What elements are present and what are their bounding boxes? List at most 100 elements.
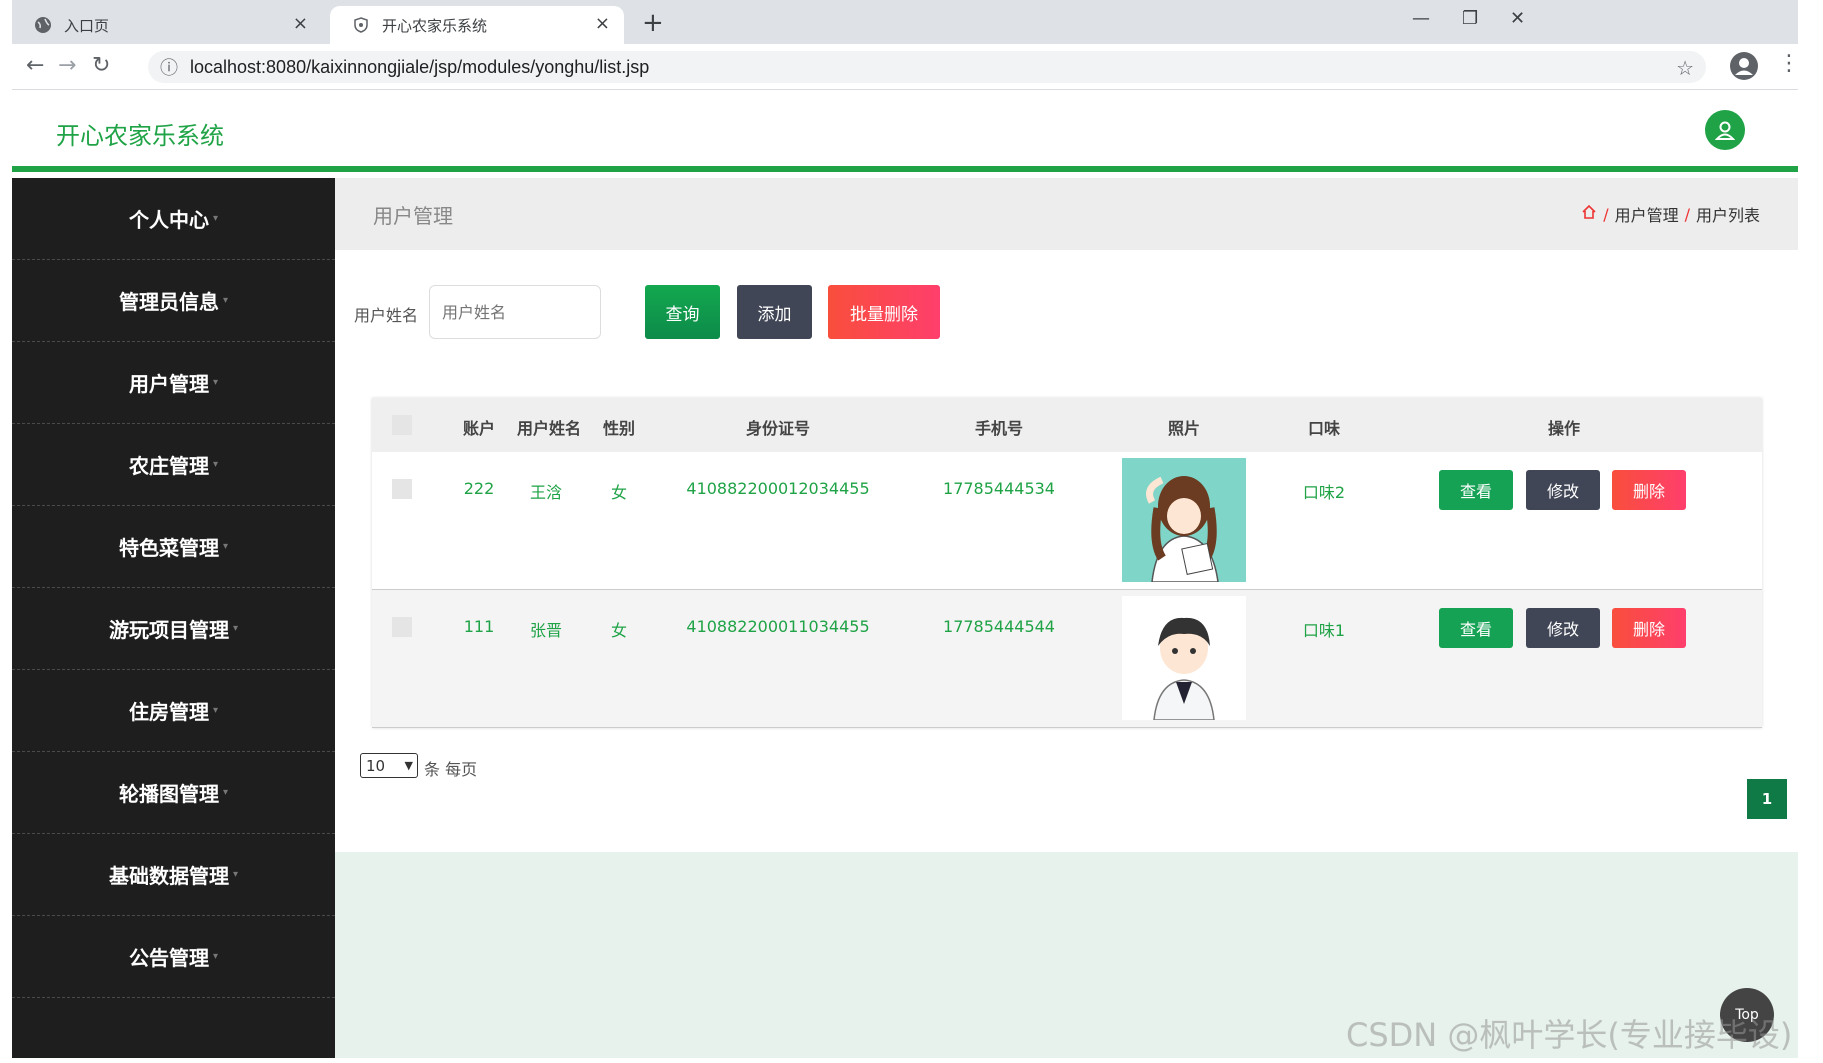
sidebar-item-basic-data-management[interactable]: 基础数据管理 ▾ bbox=[12, 834, 335, 916]
view-button[interactable]: 查看 bbox=[1439, 608, 1513, 648]
chevron-down-icon: ▾ bbox=[212, 951, 219, 962]
restore-icon[interactable]: ❐ bbox=[1462, 8, 1478, 29]
sidebar: 个人中心 ▾ 管理员信息 ▾ 用户管理 ▾ 农庄管理 ▾ 特色菜管理 ▾ 游玩项目管理 ▾ … bbox=[12, 178, 335, 1058]
column-header: 操作 bbox=[1547, 419, 1581, 438]
reload-icon[interactable]: ↻ bbox=[92, 54, 110, 78]
home-icon[interactable] bbox=[1581, 204, 1597, 224]
search-input[interactable] bbox=[429, 285, 601, 339]
sidebar-item-label: 基础数据管理 bbox=[108, 864, 229, 888]
chevron-down-icon: ▾ bbox=[222, 295, 229, 306]
breadcrumb-separator: / bbox=[1684, 204, 1690, 224]
app-header: 开心农家乐系统 bbox=[12, 90, 1798, 172]
table-row: 111 张晋 女 410882200011034455 17785444544 … bbox=[372, 590, 1762, 728]
cell-gender: 女 bbox=[610, 483, 628, 502]
column-header: 账户 bbox=[462, 419, 496, 438]
chevron-down-icon: ▾ bbox=[222, 541, 229, 552]
edit-button[interactable]: 修改 bbox=[1526, 608, 1600, 648]
chevron-down-icon: ▾ bbox=[212, 459, 219, 470]
sidebar-item-farm-management[interactable]: 农庄管理 ▾ bbox=[12, 424, 335, 506]
tab-title: 开心农家乐系统 bbox=[382, 16, 488, 35]
chevron-down-icon: ▾ bbox=[232, 623, 239, 634]
sidebar-item-label: 公告管理 bbox=[128, 946, 209, 970]
cell-account: 111 bbox=[463, 617, 495, 636]
info-icon[interactable]: ⓘ bbox=[160, 54, 178, 80]
address-bar-row: ← → ↻ ⓘ localhost:8080/kaixinnongjiale/j… bbox=[12, 44, 1800, 90]
delete-button[interactable]: 删除 bbox=[1612, 470, 1686, 510]
page: 入口页 × 开心农家乐系统 × + — ❐ ✕ ← → ↻ ⓘ localhos… bbox=[0, 0, 1823, 1063]
cell-phone: 17785444534 bbox=[943, 479, 1055, 498]
tab-close-icon[interactable]: × bbox=[293, 15, 308, 33]
close-window-icon[interactable]: ✕ bbox=[1510, 8, 1525, 29]
cell-id-number: 410882200011034455 bbox=[686, 617, 870, 636]
user-icon[interactable] bbox=[1705, 110, 1745, 150]
cell-taste: 口味1 bbox=[1302, 621, 1346, 640]
row-checkbox[interactable] bbox=[392, 479, 412, 499]
search-button[interactable]: 查询 bbox=[645, 285, 720, 339]
chevron-down-icon: ▾ bbox=[222, 787, 229, 798]
sidebar-item-label: 管理员信息 bbox=[118, 290, 219, 314]
sidebar-item-carousel-management[interactable]: 轮播图管理 ▾ bbox=[12, 752, 335, 834]
search-label: 用户姓名 bbox=[354, 306, 419, 325]
select-all-checkbox[interactable] bbox=[392, 415, 412, 435]
kebab-menu-icon[interactable]: ⋮ bbox=[1778, 52, 1800, 76]
breadcrumb-bar: 用户管理 / 用户管理 / 用户列表 bbox=[335, 178, 1798, 250]
add-button[interactable]: 添加 bbox=[737, 285, 812, 339]
breadcrumb-item[interactable]: 用户管理 bbox=[1615, 202, 1679, 226]
chevron-down-icon: ▾ bbox=[212, 213, 219, 224]
column-header: 用户姓名 bbox=[516, 419, 582, 438]
sidebar-item-label: 个人中心 bbox=[128, 208, 209, 232]
column-header: 身份证号 bbox=[745, 419, 811, 438]
sidebar-item-activity-management[interactable]: 游玩项目管理 ▾ bbox=[12, 588, 335, 670]
column-header: 照片 bbox=[1167, 419, 1201, 438]
delete-button[interactable]: 删除 bbox=[1612, 608, 1686, 648]
chevron-down-icon: ▾ bbox=[232, 869, 239, 880]
user-photo-image bbox=[1122, 596, 1246, 721]
breadcrumb: / 用户管理 / 用户列表 bbox=[1581, 202, 1760, 226]
breadcrumb-separator: / bbox=[1603, 204, 1609, 224]
user-photo-image bbox=[1122, 458, 1246, 583]
browser-tab-active[interactable]: 开心农家乐系统 × bbox=[330, 6, 624, 44]
brand-title: 开心农家乐系统 bbox=[56, 122, 224, 150]
browser-tab-entry[interactable]: 入口页 × bbox=[12, 6, 322, 44]
edit-button[interactable]: 修改 bbox=[1526, 470, 1600, 510]
sidebar-item-dish-management[interactable]: 特色菜管理 ▾ bbox=[12, 506, 335, 588]
tab-close-icon[interactable]: × bbox=[595, 15, 610, 33]
minimize-icon[interactable]: — bbox=[1412, 8, 1430, 29]
cell-id-number: 410882200012034455 bbox=[686, 479, 870, 498]
sidebar-item-user-management[interactable]: 用户管理 ▾ bbox=[12, 342, 335, 424]
chevron-down-icon: ▾ bbox=[212, 377, 219, 388]
page-size-value: 10 bbox=[366, 756, 386, 775]
sidebar-item-admin-info[interactable]: 管理员信息 ▾ bbox=[12, 260, 335, 342]
star-icon[interactable]: ☆ bbox=[1676, 56, 1694, 80]
url-text[interactable]: localhost:8080/kaixinnongjiale/jsp/modul… bbox=[190, 57, 649, 78]
cell-phone: 17785444544 bbox=[943, 617, 1055, 636]
browser-tab-bar: 入口页 × 开心农家乐系统 × + — ❐ ✕ bbox=[12, 0, 1798, 44]
sidebar-item-label: 用户管理 bbox=[128, 372, 209, 396]
column-header: 手机号 bbox=[974, 419, 1024, 438]
view-button[interactable]: 查看 bbox=[1439, 470, 1513, 510]
sidebar-item-housing-management[interactable]: 住房管理 ▾ bbox=[12, 670, 335, 752]
page-size-select[interactable]: 10 ▼ bbox=[360, 753, 418, 778]
user-table: 账户 用户姓名 性别 身份证号 手机号 照片 口味 操作 222 王浛 女 41… bbox=[372, 398, 1762, 728]
watermark: CSDN @枫叶学长(专业接毕设) bbox=[1346, 1016, 1793, 1054]
forward-icon[interactable]: → bbox=[58, 54, 76, 78]
sidebar-item-label: 游玩项目管理 bbox=[108, 618, 229, 642]
table-header: 账户 用户姓名 性别 身份证号 手机号 照片 口味 操作 bbox=[372, 398, 1762, 452]
sidebar-item-label: 住房管理 bbox=[128, 700, 209, 724]
url-field[interactable]: ⓘ localhost:8080/kaixinnongjiale/jsp/mod… bbox=[148, 51, 1706, 83]
cell-name: 张晋 bbox=[529, 621, 563, 640]
page-size-suffix: 条 每页 bbox=[424, 760, 478, 779]
cell-taste: 口味2 bbox=[1302, 483, 1346, 502]
sidebar-item-personal-center[interactable]: 个人中心 ▾ bbox=[12, 178, 335, 260]
batch-delete-button[interactable]: 批量删除 bbox=[828, 285, 940, 339]
sidebar-item-notice-management[interactable]: 公告管理 ▾ bbox=[12, 916, 335, 998]
page-button-current[interactable]: 1 bbox=[1747, 779, 1787, 819]
tab-title: 入口页 bbox=[64, 16, 110, 35]
cell-gender: 女 bbox=[610, 621, 628, 640]
row-checkbox[interactable] bbox=[392, 617, 412, 637]
new-tab-button[interactable]: + bbox=[642, 10, 664, 36]
sidebar-item-label: 特色菜管理 bbox=[118, 536, 219, 560]
profile-avatar-icon[interactable] bbox=[1730, 52, 1758, 80]
back-icon[interactable]: ← bbox=[26, 54, 44, 78]
shield-icon bbox=[352, 16, 370, 34]
